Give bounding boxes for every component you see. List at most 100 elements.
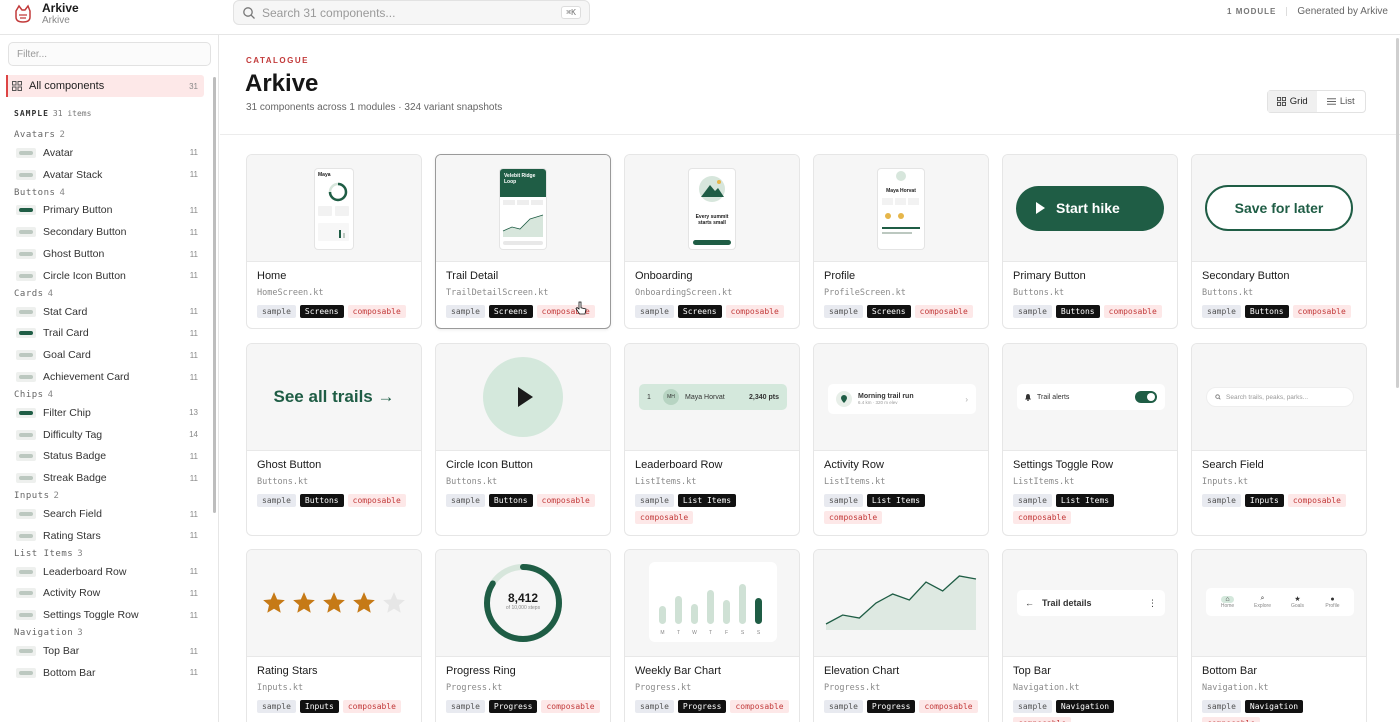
tag-module[interactable]: sample: [635, 700, 674, 713]
sidebar-item-goal-card[interactable]: Goal Card 11: [0, 344, 212, 366]
tag-type[interactable]: composable: [635, 511, 694, 524]
tag-type[interactable]: composable: [342, 700, 401, 713]
tag-module[interactable]: sample: [1202, 494, 1241, 507]
tag-group[interactable]: Buttons: [299, 494, 344, 507]
tag-module[interactable]: sample: [257, 305, 296, 318]
tag-group[interactable]: Progress: [866, 700, 916, 713]
circle-play-button[interactable]: [483, 357, 563, 437]
main-scrollbar[interactable]: [1396, 38, 1399, 388]
tag-type[interactable]: composable: [1292, 305, 1351, 318]
sidebar-item-bottom-bar[interactable]: Bottom Bar 11: [0, 662, 212, 684]
tag-group[interactable]: Inputs: [299, 700, 339, 713]
star-icon[interactable]: [291, 590, 317, 616]
sidebar-item-top-bar[interactable]: Top Bar 11: [0, 640, 212, 662]
tag-module[interactable]: sample: [257, 700, 296, 713]
tag-module[interactable]: sample: [1013, 305, 1052, 318]
global-search[interactable]: ⌘K: [233, 0, 590, 25]
component-card-ghost-button[interactable]: See all trails → Ghost Button Buttons.kt…: [246, 343, 422, 536]
sidebar-item-trail-card[interactable]: Trail Card 11: [0, 323, 212, 345]
component-card-circle-icon-button[interactable]: Circle Icon Button Buttons.kt sample Butt…: [435, 343, 611, 536]
tag-module[interactable]: sample: [824, 700, 863, 713]
save-for-later-button[interactable]: Save for later: [1205, 185, 1353, 231]
tag-group[interactable]: Inputs: [1244, 494, 1284, 507]
sidebar-item-streak-badge[interactable]: Streak Badge 11: [0, 467, 212, 489]
tag-type[interactable]: composable: [914, 305, 973, 318]
tag-module[interactable]: sample: [824, 305, 863, 318]
brand[interactable]: Arkive Arkive: [12, 2, 79, 26]
component-card-settings-toggle-row[interactable]: Trail alerts Settings Toggle Row ListIte…: [1002, 343, 1178, 536]
sidebar-item-activity-row[interactable]: Activity Row 11: [0, 583, 212, 605]
sidebar-item-stat-card[interactable]: Stat Card 11: [0, 301, 212, 323]
back-arrow-icon[interactable]: ←: [1025, 598, 1034, 608]
tag-group[interactable]: Buttons: [1244, 305, 1289, 318]
tag-module[interactable]: sample: [1202, 305, 1241, 318]
tag-group[interactable]: Screens: [488, 305, 533, 318]
start-hike-button[interactable]: Start hike: [1016, 185, 1164, 231]
sidebar-item-status-badge[interactable]: Status Badge 11: [0, 446, 212, 468]
toggle-switch[interactable]: [1135, 391, 1157, 403]
tag-type[interactable]: composable: [1202, 717, 1261, 722]
star-icon[interactable]: [321, 590, 347, 616]
bottom-tab-goals[interactable]: ★ Goals: [1280, 595, 1315, 609]
component-card-progress-ring[interactable]: 8,412 of 10,000 steps Progress Ring Progr…: [435, 549, 611, 722]
see-all-trails-button[interactable]: See all trails →: [274, 387, 395, 407]
tag-type[interactable]: composable: [919, 700, 978, 713]
component-card-activity-row[interactable]: Morning trail run 6.4 km · 320 m elev › A…: [813, 343, 989, 536]
tag-type[interactable]: composable: [730, 700, 789, 713]
component-card-profile[interactable]: Maya Horvat Profile ProfileScreen.kt sam…: [813, 154, 989, 329]
sidebar-item-achievement-card[interactable]: Achievement Card 11: [0, 366, 212, 388]
component-card-onboarding[interactable]: Every summit starts small Onboarding Onb…: [624, 154, 800, 329]
tag-group[interactable]: Buttons: [488, 494, 533, 507]
component-card-elevation-chart[interactable]: Elevation Chart Progress.kt sample Progre…: [813, 549, 989, 722]
more-vert-icon[interactable]: ⋮: [1148, 598, 1157, 609]
tag-group[interactable]: List Items: [866, 494, 926, 507]
tag-type[interactable]: composable: [725, 305, 784, 318]
tag-group[interactable]: Screens: [677, 305, 722, 318]
tag-group[interactable]: Navigation: [1055, 700, 1115, 713]
tag-group[interactable]: Buttons: [1055, 305, 1100, 318]
component-card-secondary-button[interactable]: Save for later Secondary Button Buttons.…: [1191, 154, 1367, 329]
component-card-weekly-bar-chart[interactable]: M T W T F S S Weekly Bar Chart Progress.kt sam…: [624, 549, 800, 722]
sidebar-item-difficulty-tag[interactable]: Difficulty Tag 14: [0, 424, 212, 446]
sidebar-item-ghost-button[interactable]: Ghost Button 11: [0, 243, 212, 265]
component-card-primary-button[interactable]: Start hike Primary Button Buttons.kt sam…: [1002, 154, 1178, 329]
tag-module[interactable]: sample: [1013, 700, 1052, 713]
tag-type[interactable]: composable: [347, 305, 406, 318]
sidebar-item-secondary-button[interactable]: Secondary Button 11: [0, 221, 212, 243]
tag-group[interactable]: Screens: [299, 305, 344, 318]
tag-type[interactable]: composable: [1013, 717, 1072, 722]
sidebar-item-leaderboard-row[interactable]: Leaderboard Row 11: [0, 561, 212, 583]
tag-module[interactable]: sample: [446, 700, 485, 713]
component-card-home[interactable]: Maya Home HomeScreen.kt sample Screens com…: [246, 154, 422, 329]
sidebar-item-rating-stars[interactable]: Rating Stars 11: [0, 525, 212, 547]
tag-type[interactable]: composable: [541, 700, 600, 713]
star-icon[interactable]: [261, 590, 287, 616]
bottom-tab-explore[interactable]: ⌕ Explore: [1245, 595, 1280, 609]
grid-view-button[interactable]: Grid: [1268, 91, 1317, 112]
list-view-button[interactable]: List: [1317, 91, 1366, 112]
search-input[interactable]: [262, 5, 562, 20]
filter-input[interactable]: [8, 42, 211, 66]
search-field-preview[interactable]: Search trails, peaks, parks...: [1206, 387, 1354, 407]
component-card-leaderboard-row[interactable]: 1 MH Maya Horvat 2,340 pts Leaderboard R…: [624, 343, 800, 536]
sidebar-item-primary-button[interactable]: Primary Button 11: [0, 200, 212, 222]
tag-group[interactable]: Progress: [677, 700, 727, 713]
sidebar-item-settings-toggle-row[interactable]: Settings Toggle Row 11: [0, 604, 212, 626]
sidebar-item-avatar-stack[interactable]: Avatar Stack 11: [0, 164, 212, 186]
sidebar-scrollbar[interactable]: [213, 77, 216, 513]
tag-type[interactable]: composable: [1103, 305, 1162, 318]
tag-module[interactable]: sample: [446, 305, 485, 318]
tag-module[interactable]: sample: [824, 494, 863, 507]
all-components-item[interactable]: All components 31: [6, 75, 204, 97]
bottom-tab-profile[interactable]: ● Profile: [1315, 596, 1350, 609]
bottom-tab-home[interactable]: ⌂ Home: [1210, 595, 1245, 609]
tag-group[interactable]: Progress: [488, 700, 538, 713]
star-icon[interactable]: [381, 590, 407, 616]
tag-module[interactable]: sample: [446, 494, 485, 507]
tag-module[interactable]: sample: [635, 305, 674, 318]
component-card-bottom-bar[interactable]: ⌂ Home ⌕ Explore ★ Goals ● Profile Bottom Bar N…: [1191, 549, 1367, 722]
tag-module[interactable]: sample: [257, 494, 296, 507]
tag-module[interactable]: sample: [1013, 494, 1052, 507]
tag-group[interactable]: List Items: [677, 494, 737, 507]
sidebar-item-avatar[interactable]: Avatar 11: [0, 142, 212, 164]
